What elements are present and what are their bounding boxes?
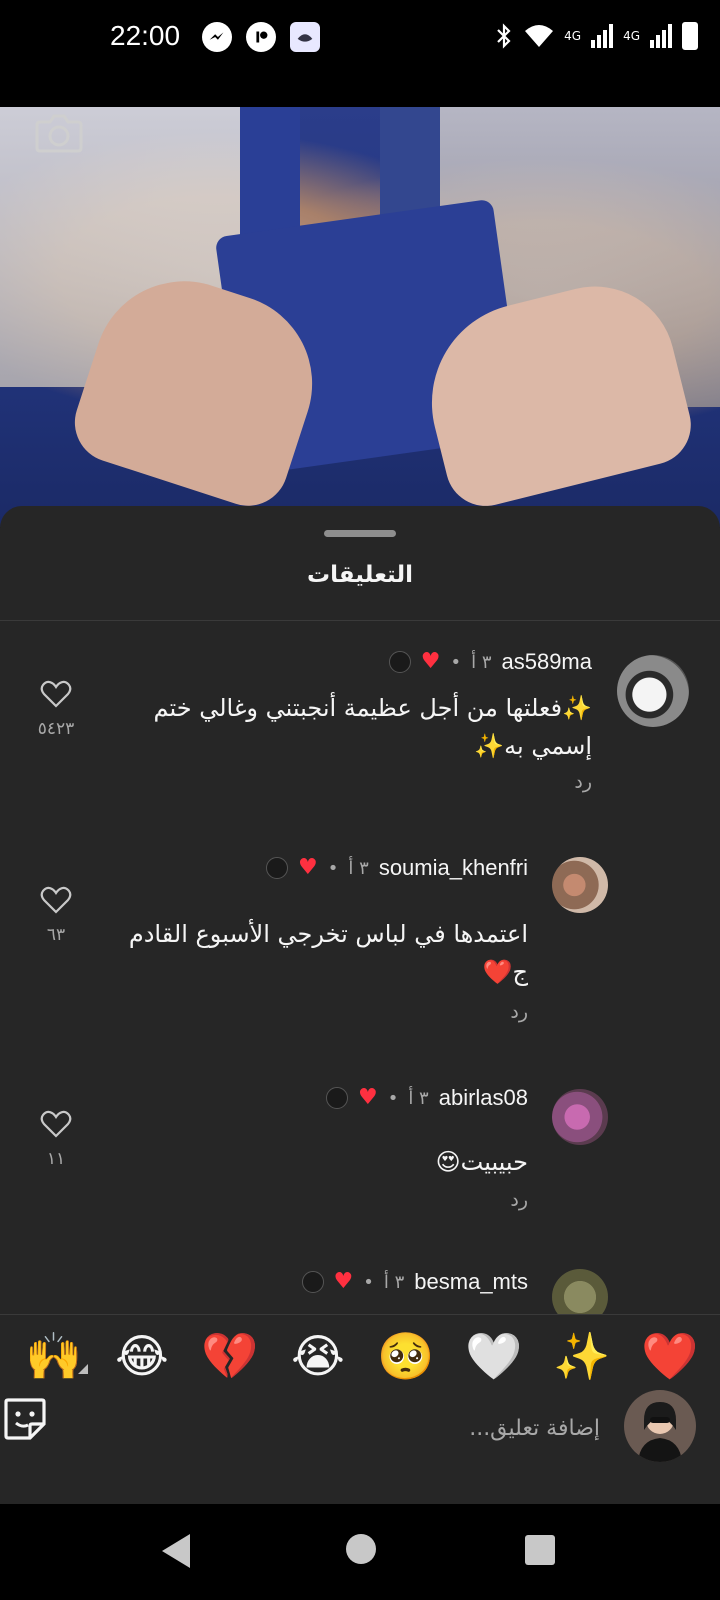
comment-time: ٣ أ [348,857,369,879]
like-button[interactable]: ٥٤٢٣ [36,679,76,739]
comments-sheet: التعليقات as589ma ٣ أ • ♥ ✨فعلتها من أجل… [0,506,720,1504]
comment-header: abirlas08 ٣ أ • ♥ [325,1085,528,1111]
emoji-laughing-button[interactable]: 😂 [112,1333,172,1379]
comment-username[interactable]: as589ma [501,649,592,675]
battery-icon [682,22,698,50]
dot-separator: • [450,651,462,673]
comment-username[interactable]: soumia_khenfri [379,855,528,881]
comment-text: حبيبيت😍 [435,1148,528,1176]
signal-icon-2 [650,24,672,48]
comment-item: abirlas08 ٣ أ • ♥ حبيبيت😍 رد ١١ [0,1061,720,1261]
comment-item: soumia_khenfri ٣ أ • ♥ اعتمدها في لباس ت… [0,831,720,1061]
comment-text: اعتمدها في لباس تخرجي الأسبوع القادم ج❤️ [128,920,528,986]
emoji-white-heart-button[interactable]: 🤍 [464,1333,524,1379]
comment-time: ٣ أ [471,651,492,673]
like-count: ٦٣ [46,925,66,945]
emoji-pleading-button[interactable]: 🥺 [376,1333,436,1379]
reply-button[interactable]: رد [510,1001,528,1023]
avatar[interactable] [552,857,608,913]
author-liked-heart-icon: ♥ [420,649,441,674]
author-liked-heart-icon: ♥ [298,855,318,880]
comment-composer [0,1386,720,1482]
heart-outline-icon [40,680,72,708]
messenger-icon [202,22,232,52]
comment-time: ٣ أ [383,1271,405,1293]
comment-item: besma_mts ٣ أ • ♥ [0,1261,720,1314]
camera-icon[interactable] [34,108,84,156]
comment-header: besma_mts ٣ أ • ♥ [301,1269,528,1295]
like-count: ٥٤٢٣ [37,719,75,739]
bluetooth-icon [497,23,511,49]
status-time: 22:00 [110,20,181,51]
notification-icons [202,22,320,52]
like-count: ١١ [46,1149,66,1169]
back-icon[interactable] [162,1534,190,1568]
sheet-drag-handle[interactable] [324,530,396,537]
comments-list[interactable]: as589ma ٣ أ • ♥ ✨فعلتها من أجل عظيمة أنج… [0,621,720,1314]
avatar[interactable] [617,655,689,727]
sheet-title: التعليقات [307,562,413,588]
author-liked-heart-icon: ♥ [333,1269,354,1294]
comment-username[interactable]: besma_mts [414,1269,528,1295]
quick-emoji-bar: ❤️ ✨ 🤍 🥺 😭 💔 😂 🙌 [0,1316,720,1396]
author-avatar-mini [266,857,289,879]
emoji-raised-hands-button[interactable]: 🙌 [24,1333,84,1379]
comment-header: soumia_khenfri ٣ أ • ♥ [266,855,528,881]
dot-separator: • [363,1271,374,1293]
signal-icon [591,24,614,48]
network-2-label: 4G [623,29,640,43]
emoji-crying-button[interactable]: 😭 [288,1333,348,1379]
avatar[interactable] [552,1269,608,1314]
avatar[interactable] [552,1089,608,1145]
comment-input[interactable] [180,1406,600,1450]
post-photo[interactable] [0,107,720,527]
quran-icon [290,22,320,52]
comment-item: as589ma ٣ أ • ♥ ✨فعلتها من أجل عظيمة أنج… [0,621,720,831]
emoji-sparkles-button[interactable]: ✨ [552,1333,612,1379]
reply-button[interactable]: رد [510,1189,528,1211]
comment-username[interactable]: abirlas08 [439,1085,528,1111]
reply-button[interactable]: رد [574,771,592,793]
comment-time: ٣ أ [408,1087,429,1109]
emoji-broken-heart-button[interactable]: 💔 [200,1333,260,1379]
more-emoji-indicator-icon[interactable] [78,1364,88,1374]
sticker-icon[interactable] [2,1396,48,1442]
recents-icon[interactable] [525,1535,555,1565]
status-right-icons: 4G 4G [494,22,698,50]
status-bar: 22:00 4G 4G [0,0,720,80]
app-icon [246,22,276,52]
home-icon[interactable] [346,1534,376,1564]
author-avatar-mini [301,1271,324,1293]
wifi-icon [525,25,554,47]
emoji-red-heart-button[interactable]: ❤️ [640,1333,700,1379]
comment-header: as589ma ٣ أ • ♥ [388,649,592,675]
heart-outline-icon [40,1110,72,1138]
comment-text: ✨فعلتها من أجل عظيمة أنجبتني وغالي ختم إ… [153,694,592,760]
author-avatar-mini [325,1087,348,1109]
my-avatar [624,1390,696,1462]
author-avatar-mini [388,651,411,673]
divider [0,1314,720,1315]
network-1-label: 4G [564,29,582,43]
author-liked-heart-icon: ♥ [357,1085,378,1110]
system-navigation-bar [0,1504,720,1600]
dot-separator: • [327,857,339,879]
dot-separator: • [387,1087,399,1109]
heart-outline-icon [40,886,72,914]
like-button[interactable]: ١١ [36,1109,76,1169]
like-button[interactable]: ٦٣ [36,885,76,945]
